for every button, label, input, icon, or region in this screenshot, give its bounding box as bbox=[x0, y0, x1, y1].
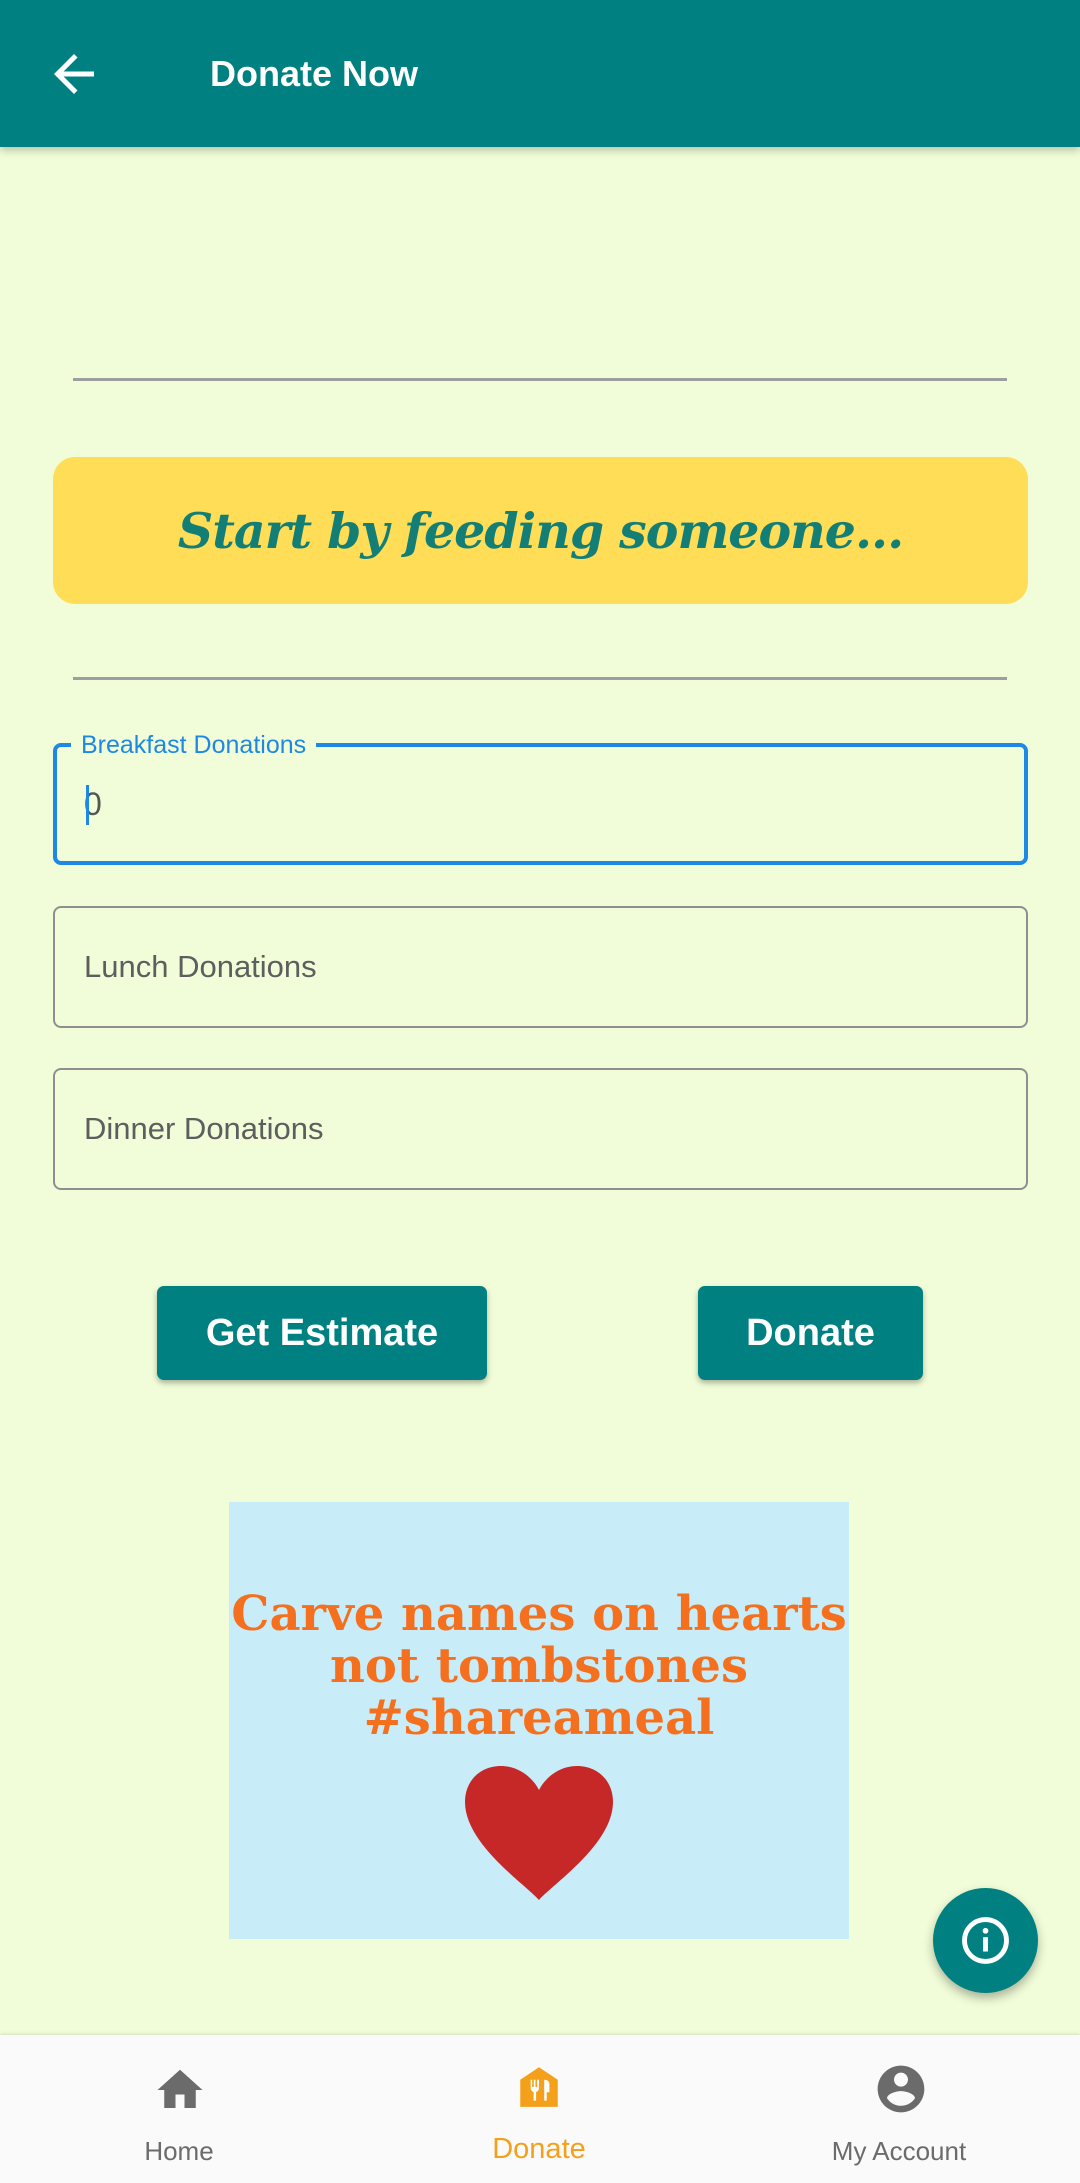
banner-text: Start by feeding someone... bbox=[177, 501, 904, 560]
nav-item-donate[interactable]: Donate bbox=[419, 2035, 659, 2183]
nav-label-home: Home bbox=[144, 2136, 214, 2166]
poster-line-2: not tombstones bbox=[329, 1638, 748, 1694]
info-icon bbox=[962, 1917, 1009, 1964]
top-divider bbox=[73, 378, 1007, 381]
text-cursor bbox=[86, 785, 89, 825]
nav-item-home[interactable]: Home bbox=[59, 2035, 299, 2183]
lunch-donations-label: Lunch Donations bbox=[84, 949, 317, 984]
poster-line-1: Carve names on hearts bbox=[231, 1586, 847, 1642]
poster-line-3: #shareameal bbox=[363, 1690, 715, 1746]
bottom-divider bbox=[73, 677, 1007, 680]
heart-icon bbox=[465, 1766, 613, 1900]
breakfast-donations-label: Breakfast Donations bbox=[71, 730, 317, 760]
account-circle-icon bbox=[877, 2065, 925, 2113]
home-icon bbox=[157, 2069, 203, 2108]
arrow-back-icon bbox=[54, 54, 94, 94]
restaurant-icon bbox=[520, 2067, 558, 2107]
breakfast-donations-field[interactable]: Breakfast Donations 0 bbox=[53, 730, 1028, 865]
dinner-donations-label: Dinner Donations bbox=[84, 1111, 324, 1146]
page-title: Donate Now bbox=[210, 53, 419, 94]
nav-label-my-account: My Account bbox=[831, 2136, 967, 2166]
back-button[interactable] bbox=[44, 44, 104, 104]
app-bar: Donate Now bbox=[0, 0, 1080, 147]
tagline-banner: Start by feeding someone... bbox=[53, 457, 1028, 604]
info-fab-button[interactable] bbox=[933, 1888, 1038, 1993]
donate-button[interactable]: Donate bbox=[698, 1286, 923, 1380]
nav-item-my-account[interactable]: My Account bbox=[779, 2035, 1019, 2183]
nav-label-donate: Donate bbox=[492, 2133, 586, 2165]
bottom-navigation: Home Donate My Account bbox=[0, 2035, 1080, 2183]
share-a-meal-poster: Carve names on hearts not tombstones #sh… bbox=[229, 1502, 849, 1939]
poster-text: Carve names on hearts not tombstones #sh… bbox=[229, 1588, 849, 1744]
lunch-donations-field[interactable]: Lunch Donations bbox=[53, 906, 1028, 1028]
dinner-donations-field[interactable]: Dinner Donations bbox=[53, 1068, 1028, 1190]
get-estimate-button[interactable]: Get Estimate bbox=[157, 1286, 487, 1380]
